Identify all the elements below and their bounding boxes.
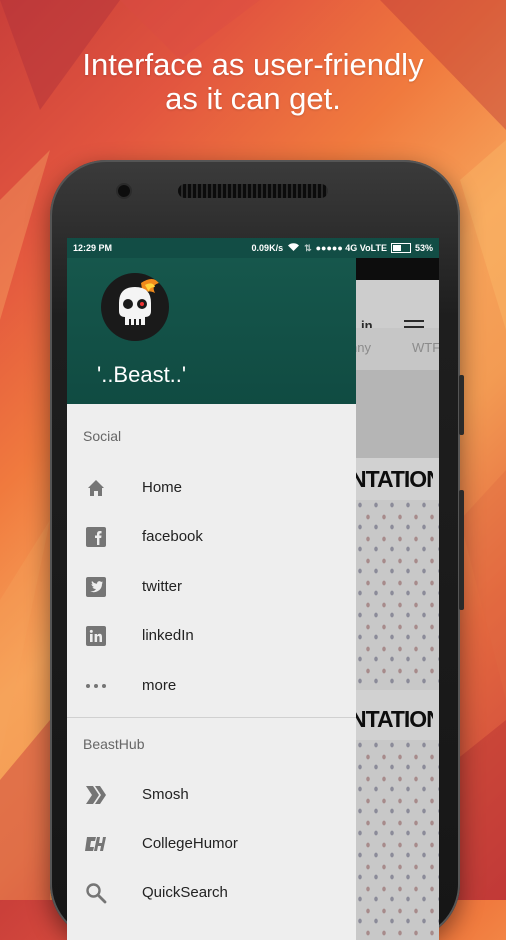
- drawer-item-label: facebook: [142, 528, 203, 545]
- skull-icon: [119, 279, 159, 325]
- drawer-item-quicksearch[interactable]: QuickSearch: [67, 870, 356, 918]
- status-indicators: 0.09K/s ⇅ ●●●●● 4G VoLTE 53%: [252, 242, 433, 254]
- drawer-item-label: linkedIn: [142, 627, 194, 644]
- smosh-icon: [85, 784, 107, 806]
- phone-frame: 12:29 PM 0.09K/s ⇅ ●●●●● 4G VoLTE 53% in…: [50, 160, 464, 940]
- drawer-item-linkedin[interactable]: linkedIn: [67, 613, 356, 661]
- wifi-icon: [287, 242, 300, 254]
- collegehumor-icon: [85, 833, 107, 855]
- drawer-item-facebook[interactable]: facebook: [67, 514, 356, 562]
- data-transfer-icon: ⇅: [304, 242, 312, 253]
- section-label-beasthub: BeastHub: [83, 736, 145, 752]
- home-icon: [85, 477, 107, 499]
- drawer-item-label: QuickSearch: [142, 884, 228, 901]
- drawer-item-twitter[interactable]: twitter: [67, 564, 356, 612]
- power-button: [459, 490, 464, 610]
- status-time: 12:29 PM: [73, 243, 113, 253]
- drawer-item-label: CollegeHumor: [142, 835, 238, 852]
- phone-screen: 12:29 PM 0.09K/s ⇅ ●●●●● 4G VoLTE 53% in…: [67, 238, 439, 940]
- front-camera: [118, 185, 130, 197]
- drawer-scrim[interactable]: [356, 258, 439, 940]
- battery-icon: [390, 243, 411, 253]
- drawer-item-more[interactable]: more: [67, 663, 356, 711]
- avatar[interactable]: [101, 273, 169, 341]
- drawer-item-label: twitter: [142, 578, 183, 595]
- drawer-item-collegehumor[interactable]: CollegeHumor: [67, 821, 356, 869]
- tagline-line-1: Interface as user-friendly: [82, 47, 424, 82]
- volume-button: [459, 375, 464, 435]
- tagline: Interface as user-friendly as it can get…: [0, 48, 506, 116]
- drawer-item-label: more: [142, 677, 177, 694]
- battery-percent: 53%: [414, 243, 433, 253]
- drawer-item-home[interactable]: Home: [67, 465, 356, 513]
- twitter-icon: [85, 576, 107, 598]
- tagline-line-2: as it can get.: [165, 81, 341, 116]
- status-bar: 12:29 PM 0.09K/s ⇅ ●●●●● 4G VoLTE 53%: [67, 238, 439, 258]
- drawer-item-label: Home: [142, 479, 183, 496]
- section-divider: [67, 717, 356, 718]
- facebook-icon: [85, 526, 107, 548]
- search-icon: [85, 882, 107, 904]
- battery-level: [392, 245, 402, 251]
- network-speed: 0.09K/s: [251, 243, 284, 253]
- drawer-username: '..Beast..': [97, 362, 187, 387]
- section-label-social: Social: [83, 428, 122, 444]
- linkedin-icon: [85, 625, 107, 647]
- drawer-header: '..Beast..': [67, 258, 356, 404]
- speaker-grille: [178, 184, 328, 198]
- network-signal: ●●●●● 4G VoLTE: [315, 243, 387, 253]
- more-icon: [85, 675, 107, 697]
- drawer-item-smosh[interactable]: Smosh: [67, 772, 356, 820]
- navigation-drawer: '..Beast..' Social Home facebook twitter…: [67, 258, 356, 940]
- drawer-item-label: Smosh: [142, 786, 189, 803]
